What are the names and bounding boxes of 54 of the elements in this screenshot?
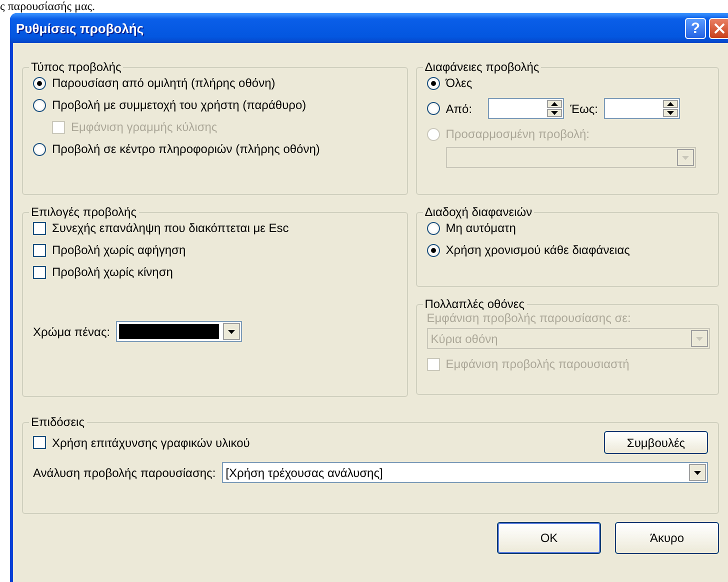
option-label: Προβολή χωρίς κίνηση <box>52 265 173 279</box>
number-field[interactable] <box>488 98 564 119</box>
option-label: Όλες <box>446 76 472 90</box>
option-label: Προβολή με συμμετοχή του χρήστη (παράθυρο) <box>52 98 306 112</box>
down-arrow-icon <box>666 111 674 115</box>
checkbox[interactable] <box>33 222 46 234</box>
group-title: Επιλογές προβολής <box>30 205 138 219</box>
option-label: Χρώμα πένας: <box>33 324 110 338</box>
radio-button[interactable] <box>426 244 440 256</box>
tips-button[interactable]: Συμβουλές <box>604 431 708 454</box>
dialog-button[interactable]: Άκυρο <box>615 522 719 554</box>
option-label: Εμφάνιση προβολής παρουσιαστή <box>446 357 630 371</box>
down-arrow-icon <box>682 156 689 160</box>
radio-button[interactable] <box>33 76 46 90</box>
option-label: Έως: <box>570 102 598 116</box>
option-label: Εμφάνιση γραμμής κύλισης <box>71 120 218 134</box>
option-label: Από: <box>446 102 472 116</box>
option-label: Προσαρμοσμένη προβολή: <box>446 127 590 141</box>
group-title: Επιδόσεις <box>30 415 86 429</box>
option-label: Παρουσίαση από ομιλητή (πλήρης οθόνη) <box>52 76 276 90</box>
down-arrow-icon <box>696 336 703 340</box>
radio-button[interactable] <box>426 222 440 234</box>
group-title: Διαφάνειες προβολής <box>424 60 540 74</box>
radio-button[interactable] <box>33 142 46 156</box>
option-label: Προβολή σε κέντρο πληροφοριών (πλήρης οθόνη) <box>52 142 320 156</box>
color-dropdown[interactable] <box>116 321 242 342</box>
window-title: Ρυθμίσεις προβολής <box>16 20 145 36</box>
option-label: Εμφάνιση προβολής παρουσίασης σε: <box>426 311 632 325</box>
group-title: Τύπος προβολής <box>30 60 122 74</box>
document-text: ς παρουσίασής μας. <box>0 0 95 13</box>
option-label: Χρήση επιτάχυνσης γραφικών υλικού <box>52 436 250 450</box>
option-label: Χρήση χρονισμού κάθε διαφάνειας <box>446 243 630 257</box>
radio-button[interactable] <box>426 102 440 115</box>
radio-button[interactable] <box>33 98 46 112</box>
option-label: Ανάλυση προβολής παρουσίασης: <box>33 466 216 480</box>
down-arrow-icon <box>694 470 701 474</box>
option-label: Μη αυτόματη <box>446 221 516 235</box>
resolution-dropdown[interactable]: [Χρήση τρέχουσας ανάλυσης] <box>222 462 708 483</box>
checkbox[interactable] <box>33 244 46 256</box>
radio-button[interactable] <box>426 76 440 90</box>
checkbox[interactable] <box>33 436 46 449</box>
dialog-button[interactable]: OK <box>497 522 601 554</box>
down-arrow-icon <box>551 111 558 115</box>
option-label: Προβολή χωρίς αφήγηση <box>52 243 186 257</box>
group-title: Διαδοχή διαφανειών <box>424 205 534 219</box>
number-field[interactable] <box>604 98 680 119</box>
up-arrow-icon <box>551 102 558 106</box>
up-arrow-icon <box>666 102 674 106</box>
down-arrow-icon <box>228 330 236 334</box>
close-icon <box>714 22 725 34</box>
option-label: Συνεχής επανάληψη που διακόπτεται με Esc <box>52 221 289 235</box>
group-title: Πολλαπλές οθόνες <box>424 297 526 311</box>
close-button[interactable] <box>709 18 728 38</box>
checkbox[interactable] <box>33 266 46 278</box>
